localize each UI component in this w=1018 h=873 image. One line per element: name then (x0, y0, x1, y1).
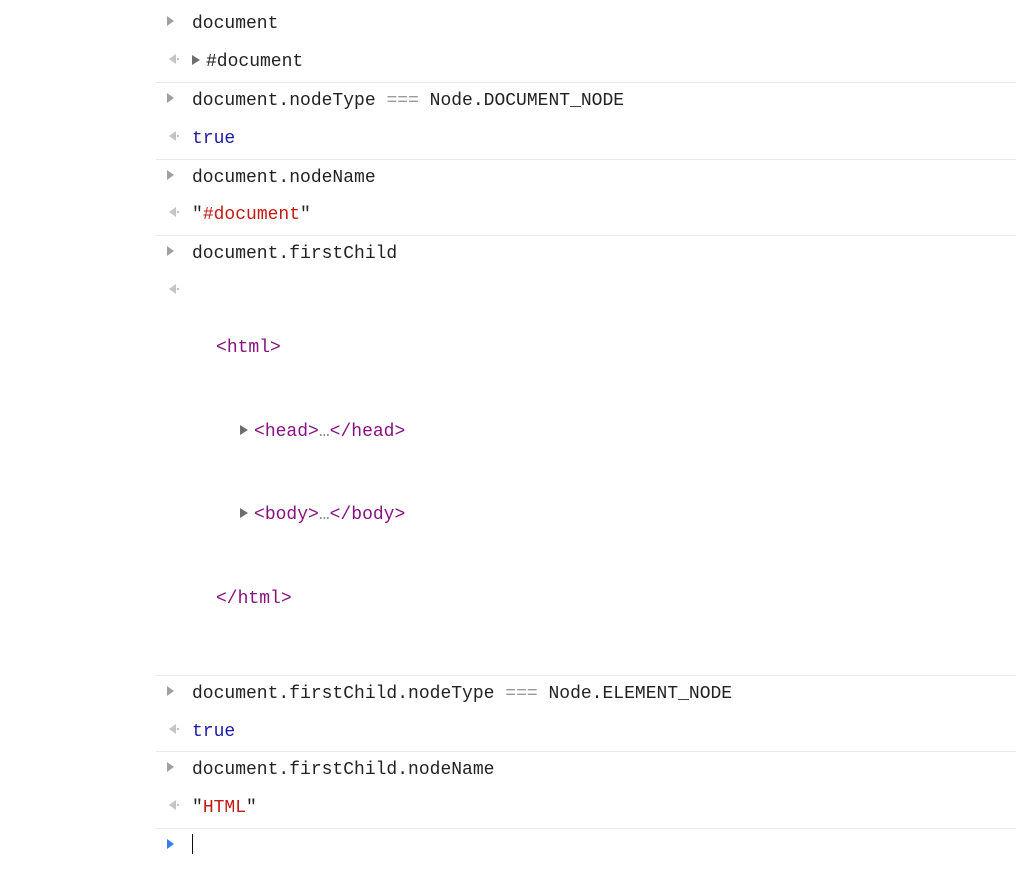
console-input-code: document (192, 11, 1016, 39)
console-output-value: true (192, 719, 1016, 747)
console-output-row[interactable]: true (156, 121, 1016, 160)
console-input-code: document.firstChild (192, 241, 1016, 269)
input-chevron-icon (156, 11, 192, 27)
output-chevron-icon (156, 49, 192, 65)
console-output-row[interactable]: "#document" (156, 197, 1016, 236)
console-input-row[interactable]: document.nodeName (156, 160, 1016, 198)
console-output-row[interactable]: true (156, 714, 1016, 753)
console-input-code: document.firstChild.nodeType === Node.EL… (192, 681, 1016, 709)
console-panel: document #document document.nodeType ===… (156, 0, 1016, 873)
console-input-row[interactable]: document (156, 6, 1016, 44)
console-output-row[interactable]: <html> <head>…</head> <body>…</body> </h… (156, 274, 1016, 675)
console-input-row[interactable]: document.firstChild.nodeType === Node.EL… (156, 676, 1016, 714)
console-input-code: document.nodeName (192, 165, 1016, 193)
dom-tree-output[interactable]: <html> <head>…</head> <body>…</body> </h… (192, 279, 1016, 669)
input-chevron-icon (156, 681, 192, 697)
dom-tree-line[interactable]: </html> (192, 586, 1016, 614)
prompt-chevron-icon (156, 834, 192, 850)
console-output-value: "HTML" (192, 795, 1016, 823)
document-object-label: #document (206, 52, 303, 72)
console-output-value: "#document" (192, 202, 1016, 230)
output-chevron-icon (156, 719, 192, 735)
console-input-row[interactable]: document.nodeType === Node.DOCUMENT_NODE (156, 83, 1016, 121)
dom-tree-line[interactable]: <body>…</body> (192, 502, 1016, 530)
console-prompt-input[interactable] (192, 834, 1016, 862)
console-output-row[interactable]: #document (156, 44, 1016, 83)
input-chevron-icon (156, 88, 192, 104)
console-input-row[interactable]: document.firstChild (156, 236, 1016, 274)
input-chevron-icon (156, 757, 192, 773)
text-cursor-icon (192, 834, 193, 854)
console-output-row[interactable]: "HTML" (156, 790, 1016, 829)
console-prompt-row[interactable] (156, 829, 1016, 867)
output-chevron-icon (156, 202, 192, 218)
output-chevron-icon (156, 126, 192, 142)
console-input-code: document.firstChild.nodeName (192, 757, 1016, 785)
console-output-value: true (192, 126, 1016, 154)
dom-tree-line[interactable]: <head>…</head> (192, 419, 1016, 447)
console-input-code: document.nodeType === Node.DOCUMENT_NODE (192, 88, 1016, 116)
expand-triangle-icon[interactable] (240, 508, 248, 518)
output-chevron-icon (156, 795, 192, 811)
output-chevron-icon (156, 279, 192, 295)
expand-triangle-icon[interactable] (240, 425, 248, 435)
expand-triangle-icon[interactable] (192, 55, 200, 65)
console-input-row[interactable]: document.firstChild.nodeName (156, 752, 1016, 790)
input-chevron-icon (156, 165, 192, 181)
input-chevron-icon (156, 241, 192, 257)
console-output-value: #document (192, 49, 1016, 77)
dom-tree-line[interactable]: <html> (192, 335, 1016, 363)
